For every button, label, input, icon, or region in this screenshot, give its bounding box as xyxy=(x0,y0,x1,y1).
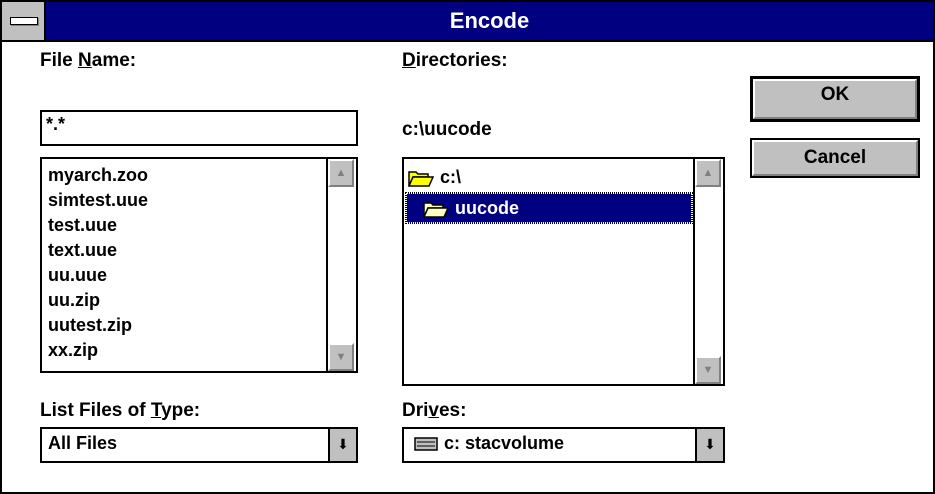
file-list-scrollbar[interactable]: ▲ ▼ xyxy=(326,159,356,371)
directory-item-label: uucode xyxy=(455,198,520,218)
directories-label: Directories: xyxy=(402,50,508,71)
drives-combo[interactable]: c: stacvolume ⬇ xyxy=(402,427,725,463)
scroll-up-arrow-icon[interactable]: ▲ xyxy=(695,159,721,187)
file-type-combo[interactable]: All Files ⬇ xyxy=(40,427,358,463)
file-type-value: All Files xyxy=(48,433,118,453)
dropdown-arrow-icon[interactable]: ⬇ xyxy=(328,429,356,461)
encode-dialog: Encode File Name: *.* myarch.zoo simtest… xyxy=(0,0,935,494)
file-list-item[interactable]: simtest.uue xyxy=(48,188,148,213)
file-list-item[interactable]: test.uue xyxy=(48,213,117,238)
file-name-label: File Name: xyxy=(40,50,137,71)
cancel-button[interactable]: Cancel xyxy=(750,138,920,178)
scroll-down-arrow-icon[interactable]: ▼ xyxy=(695,356,721,384)
open-folder-icon xyxy=(408,171,434,187)
directory-item-root[interactable]: c:\ xyxy=(408,163,690,191)
directory-list-scrollbar[interactable]: ▲ ▼ xyxy=(693,159,723,384)
file-list-item[interactable]: uutest.zip xyxy=(48,313,132,338)
file-list-item[interactable]: uu.uue xyxy=(48,263,107,288)
file-type-label: List Files of Type: xyxy=(40,400,201,421)
ok-button-label: OK xyxy=(820,84,850,105)
file-list-item[interactable]: text.uue xyxy=(48,238,117,263)
directory-item-uucode[interactable]: uucode xyxy=(405,192,693,224)
current-directory-path: c:\uucode xyxy=(402,119,492,140)
hard-drive-icon xyxy=(414,437,438,451)
ok-button[interactable]: OK xyxy=(750,76,920,122)
file-list-item[interactable]: uu.zip xyxy=(48,288,100,313)
window-title: Encode xyxy=(449,8,530,33)
system-menu-icon xyxy=(10,17,38,25)
drives-value-label: c: stacvolume xyxy=(444,433,565,453)
file-list-item[interactable]: myarch.zoo xyxy=(48,163,148,188)
directory-list[interactable]: c:\ uucode ▲ ▼ xyxy=(402,157,725,386)
cancel-button-label: Cancel xyxy=(803,147,867,168)
file-list-item[interactable]: xx.zip xyxy=(48,338,98,363)
title-bar: Encode xyxy=(2,2,933,42)
file-list[interactable]: myarch.zoo simtest.uue test.uue text.uue… xyxy=(40,157,358,373)
directory-item-label: c:\ xyxy=(440,167,462,187)
drives-label: Drives: xyxy=(402,400,467,421)
dropdown-arrow-icon[interactable]: ⬇ xyxy=(695,429,723,461)
file-name-input[interactable]: *.* xyxy=(40,110,358,146)
scroll-down-arrow-icon[interactable]: ▼ xyxy=(328,343,354,371)
scroll-up-arrow-icon[interactable]: ▲ xyxy=(328,159,354,187)
open-folder-icon xyxy=(423,202,449,218)
system-menu-button[interactable] xyxy=(2,2,46,40)
drives-value: c: stacvolume xyxy=(414,433,564,454)
